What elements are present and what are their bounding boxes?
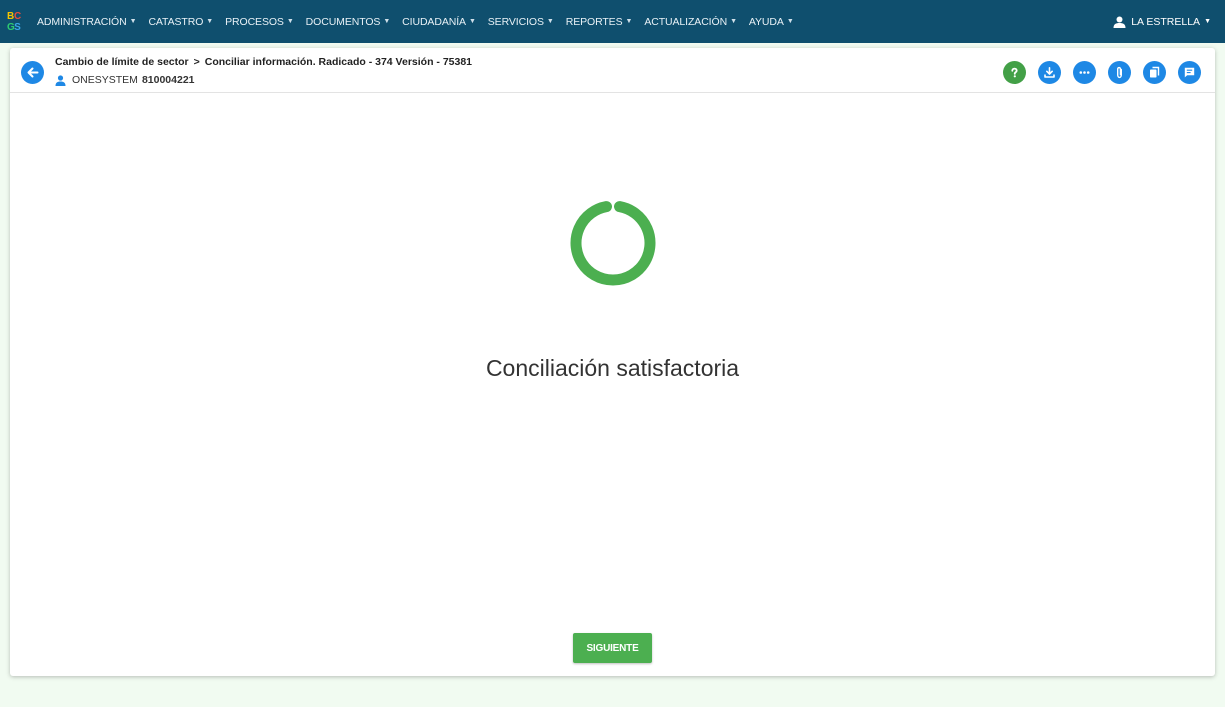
logo-letter: B [7,10,15,22]
comment-icon [1184,67,1195,78]
breadcrumb: Cambio de límite de sector > Conciliar inf… [55,56,472,68]
caret-down-icon: ▼ [730,18,737,25]
back-button[interactable] [21,61,44,84]
breadcrumb-current: Conciliar información. Radicado - 374 Ve… [204,56,473,68]
logo-letter: S [14,21,21,33]
user-menu[interactable]: LA ESTRELLA ▼ [1113,0,1211,43]
help-icon [1011,67,1018,78]
caret-down-icon: ▼ [286,18,294,25]
menu-administracion[interactable]: ADMINISTRACIÓN ▼ [31,16,142,28]
menu-ayuda[interactable]: AYUDA ▼ [743,16,800,28]
menu-ciudadania[interactable]: CIUDADANÍA ▼ [396,16,482,28]
user-label: LA ESTRELLA [1131,15,1201,28]
comment-button[interactable] [1178,61,1201,84]
breadcrumb-parent[interactable]: Cambio de límite de sector [55,56,189,68]
main-menu: ADMINISTRACIÓN ▼ CATASTRO ▼ PROCESOS ▼ DOCU… [31,16,800,28]
card-header: Cambio de límite de sector > Conciliar inf… [10,48,1215,93]
owner-info: ONESYSTEM 810004221 [55,74,195,86]
download-icon [1044,67,1055,78]
caret-down-icon: ▼ [625,18,633,25]
success-message: Conciliación satisfactoria [485,355,740,381]
owner-name: ONESYSTEM [72,74,138,86]
attachment-button[interactable] [1108,61,1131,84]
loading-spinner [570,201,656,286]
attachment-icon [1117,66,1122,79]
person-icon [55,74,66,86]
caret-down-icon: ▼ [468,18,476,25]
next-button[interactable]: SIGUIENTE [573,633,652,663]
menu-documentos[interactable]: DOCUMENTOS ▼ [300,16,397,28]
menu-servicios[interactable]: SERVICIOS ▼ [482,16,560,28]
caret-down-icon: ▼ [383,18,391,25]
menu-catastro[interactable]: CATASTRO ▼ [142,16,219,28]
caret-down-icon: ▼ [1204,18,1211,25]
copy-button[interactable] [1143,61,1166,84]
caret-down-icon: ▼ [129,18,137,25]
download-button[interactable] [1038,61,1061,84]
copy-icon [1150,66,1160,78]
main-card: Cambio de límite de sector > Conciliar inf… [10,48,1215,676]
menu-reportes[interactable]: REPORTES ▼ [560,16,639,28]
caret-down-icon: ▼ [546,18,554,25]
top-navbar: B C G S ADMINISTRACIÓN ▼ CATASTRO ▼ PROCES… [0,0,1225,43]
menu-actualizacion[interactable]: ACTUALIZACIÓN ▼ [638,16,743,28]
breadcrumb-separator: > [193,56,200,68]
header-toolbar [1003,61,1201,84]
logo-letter: G [7,21,15,33]
user-icon [1113,16,1126,28]
help-button[interactable] [1003,61,1026,84]
owner-id: 810004221 [141,74,195,86]
app-logo[interactable]: B C G S [7,11,21,33]
logo-letter: C [14,10,22,22]
menu-procesos[interactable]: PROCESOS ▼ [219,16,300,28]
more-button[interactable] [1073,61,1096,84]
arrow-left-icon [27,67,39,78]
more-icon [1079,71,1090,74]
caret-down-icon: ▼ [786,18,794,25]
caret-down-icon: ▼ [206,18,214,25]
